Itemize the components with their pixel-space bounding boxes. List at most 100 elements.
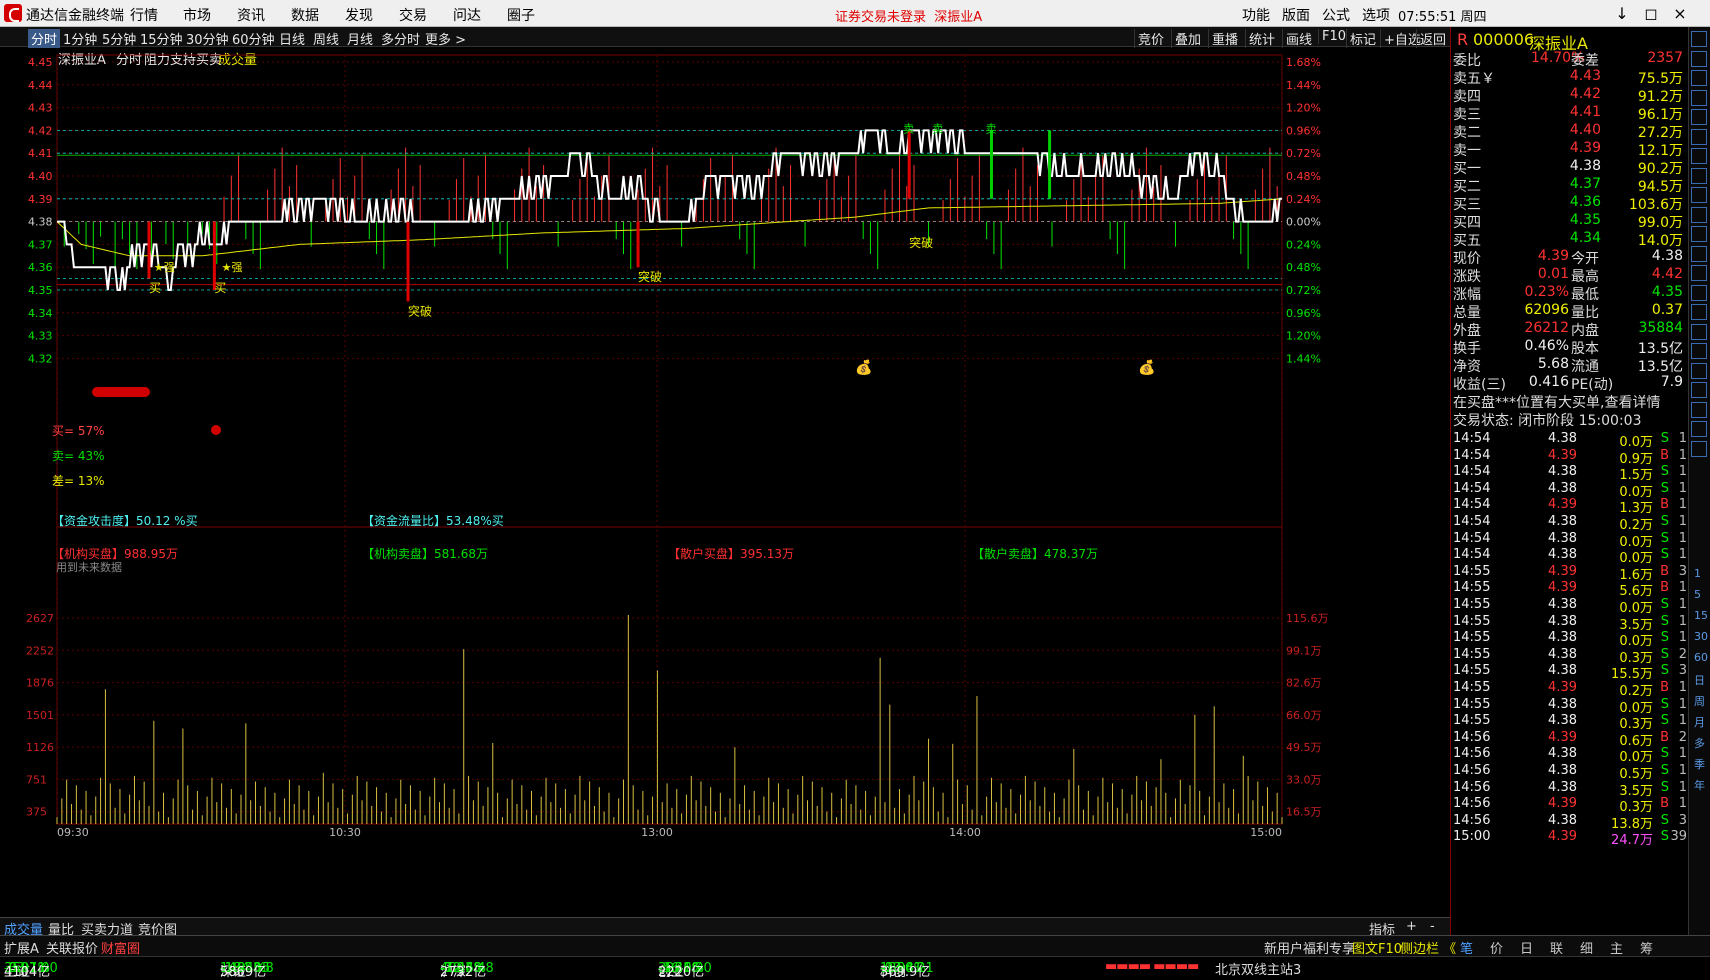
bid-price: 4.34: [1569, 230, 1601, 246]
menu-gongneng[interactable]: 功能: [1242, 5, 1270, 25]
tab-60min[interactable]: 60分钟: [232, 29, 275, 48]
menu-wenda[interactable]: 问达: [453, 5, 481, 25]
period-shortcut-7[interactable]: 月: [1694, 714, 1705, 730]
sidebar-tool-icon[interactable]: [1691, 70, 1707, 86]
tick-row: 14:56 4.38 0.0万 S 1: [1451, 746, 1689, 765]
tab-bi[interactable]: 笔: [1460, 938, 1473, 957]
tab-daily[interactable]: 日线: [279, 29, 305, 48]
title-bar: 通达信金融终端 行情 市场 资讯 数据 发现 交易 问达 圈子 证券交易未登录 …: [0, 0, 1710, 27]
period-shortcut-10[interactable]: 年: [1694, 777, 1705, 793]
sidebar-tool-icon[interactable]: [1691, 382, 1707, 398]
sidebar-tool-icon[interactable]: [1691, 265, 1707, 281]
menu-quanzi[interactable]: 圈子: [507, 5, 535, 25]
tab-more[interactable]: 更多 >: [425, 29, 466, 48]
toolbar-zixuan[interactable]: +自选: [1380, 29, 1421, 48]
tab-lian[interactable]: 联: [1550, 938, 1563, 957]
toolbar-huaxian[interactable]: 画线: [1282, 29, 1312, 48]
sidebar-tool-icon[interactable]: [1691, 284, 1707, 301]
sidebar-tool-icon[interactable]: [1691, 148, 1707, 164]
sidebar-tool-icon[interactable]: [1691, 167, 1707, 184]
app-title: 通达信金融终端: [26, 8, 124, 24]
tab-monthly[interactable]: 月线: [347, 29, 373, 48]
toolbar-chongbo[interactable]: 重播: [1208, 29, 1238, 48]
sidebar-tool-icon[interactable]: [1691, 89, 1707, 106]
toolbar-f10[interactable]: F10: [1318, 29, 1346, 44]
period-shortcut-0[interactable]: 1: [1694, 567, 1701, 580]
intraday-chart[interactable]: 4.45 4.44 4.43 4.42 4.41 4.40 4.39 4.38 4.37 4.36…: [0, 47, 1450, 947]
sidebar-tool-icon[interactable]: [1691, 187, 1707, 203]
sidebar-tool-icon[interactable]: [1691, 245, 1707, 262]
menu-faxian[interactable]: 发现: [345, 5, 373, 25]
tick-time: 14:55: [1453, 597, 1491, 612]
tab-extend-a[interactable]: 扩展A: [4, 938, 39, 957]
tab-30min[interactable]: 30分钟: [186, 29, 229, 48]
server-name[interactable]: 北京双线主站3: [1215, 959, 1301, 978]
tick-count: 1: [1678, 530, 1687, 546]
tab-fenshi[interactable]: 分时: [28, 29, 61, 48]
notice-row[interactable]: 在买盘***位置有大买单,查看详情: [1451, 392, 1689, 411]
menu-shichang[interactable]: 市场: [183, 5, 211, 25]
period-shortcut-5[interactable]: 日: [1694, 672, 1705, 688]
sidebar-tool-icon[interactable]: [1691, 109, 1707, 125]
menu-gongshi[interactable]: 公式: [1322, 5, 1350, 25]
sidebar-tool-icon[interactable]: [1691, 343, 1707, 359]
minimize-button[interactable]: ↓: [1612, 4, 1632, 23]
tab-weekly[interactable]: 周线: [313, 29, 339, 48]
period-shortcut-6[interactable]: 周: [1694, 693, 1705, 709]
sidebar-tool-icon[interactable]: [1691, 226, 1707, 242]
tab-jia[interactable]: 价: [1490, 938, 1503, 957]
tab-multi-fenshi[interactable]: 多分时: [381, 29, 420, 48]
menu-jiaoyi[interactable]: 交易: [399, 5, 427, 25]
menu-banmian[interactable]: 版面: [1282, 5, 1310, 25]
restore-button[interactable]: ◻: [1641, 4, 1661, 23]
toolbar-fanhui[interactable]: 返回: [1416, 29, 1446, 48]
period-shortcut-3[interactable]: 30: [1694, 630, 1708, 643]
toolbar-diejia[interactable]: 叠加: [1171, 29, 1201, 48]
login-warning[interactable]: 证券交易未登录 深振业A: [835, 6, 982, 25]
zoom-in-button[interactable]: +: [1406, 919, 1417, 934]
tab-xi[interactable]: 细: [1580, 938, 1593, 957]
sidebar-tool-icon[interactable]: [1691, 421, 1707, 437]
toolbar-biaoji[interactable]: 标记: [1346, 29, 1376, 48]
sidebar-tool-icon[interactable]: [1691, 362, 1707, 379]
ask-price: 4.40: [1569, 122, 1601, 138]
tab-ri[interactable]: 日: [1520, 938, 1533, 957]
tick-row: 14:55 4.39 0.2万 B 1: [1451, 680, 1689, 699]
tick-row: 14:54 4.38 1.5万 S 1: [1451, 464, 1689, 483]
tab-15min[interactable]: 15分钟: [140, 29, 183, 48]
zoom-out-button[interactable]: -: [1430, 919, 1435, 934]
sidebar-tool-icon[interactable]: [1691, 50, 1707, 67]
period-shortcut-8[interactable]: 多: [1694, 735, 1705, 751]
period-shortcut-1[interactable]: 5: [1694, 588, 1701, 601]
tick-count: 1: [1678, 464, 1687, 480]
menu-zixun[interactable]: 资讯: [237, 5, 265, 25]
tab-related-quote[interactable]: 关联报价: [46, 938, 98, 957]
sidebar-toggle[interactable]: 侧边栏 《: [1400, 938, 1456, 957]
sidebar-tool-icon[interactable]: [1691, 206, 1707, 223]
tab-chou[interactable]: 筹: [1640, 938, 1653, 957]
menu-shuju[interactable]: 数据: [291, 5, 319, 25]
sidebar-tool-icon[interactable]: [1691, 401, 1707, 418]
sidebar-tool-icon[interactable]: [1691, 304, 1707, 320]
sidebar-tool-icon[interactable]: [1691, 128, 1707, 145]
tick-side: S: [1660, 547, 1669, 563]
tab-wealth-circle[interactable]: 财富圈: [101, 938, 140, 957]
period-shortcut-9[interactable]: 季: [1694, 756, 1705, 772]
period-shortcut-4[interactable]: 60: [1694, 651, 1708, 664]
toolbar-jingjia[interactable]: 竞价: [1134, 29, 1164, 48]
period-shortcut-2[interactable]: 15: [1694, 609, 1708, 622]
close-button[interactable]: ×: [1670, 4, 1690, 23]
tab-zhu[interactable]: 主: [1610, 938, 1623, 957]
sidebar-tool-icon[interactable]: [1691, 31, 1707, 47]
f10-link[interactable]: 图文F10: [1352, 938, 1402, 957]
sidebar-tool-icon[interactable]: [1691, 323, 1707, 340]
tab-1min[interactable]: 1分钟: [63, 29, 97, 48]
price-tick-label: 4.33: [28, 330, 53, 343]
new-user-benefit-link[interactable]: 新用户福利专享: [1264, 938, 1355, 957]
toolbar-tongji[interactable]: 统计: [1245, 29, 1275, 48]
tab-5min[interactable]: 5分钟: [102, 29, 136, 48]
menu-hangqing[interactable]: 行情: [130, 5, 158, 25]
menu-xuanxiang[interactable]: 选项: [1362, 5, 1390, 25]
sidebar-tool-icon[interactable]: [1691, 440, 1707, 457]
tick-time: 14:55: [1453, 613, 1491, 629]
